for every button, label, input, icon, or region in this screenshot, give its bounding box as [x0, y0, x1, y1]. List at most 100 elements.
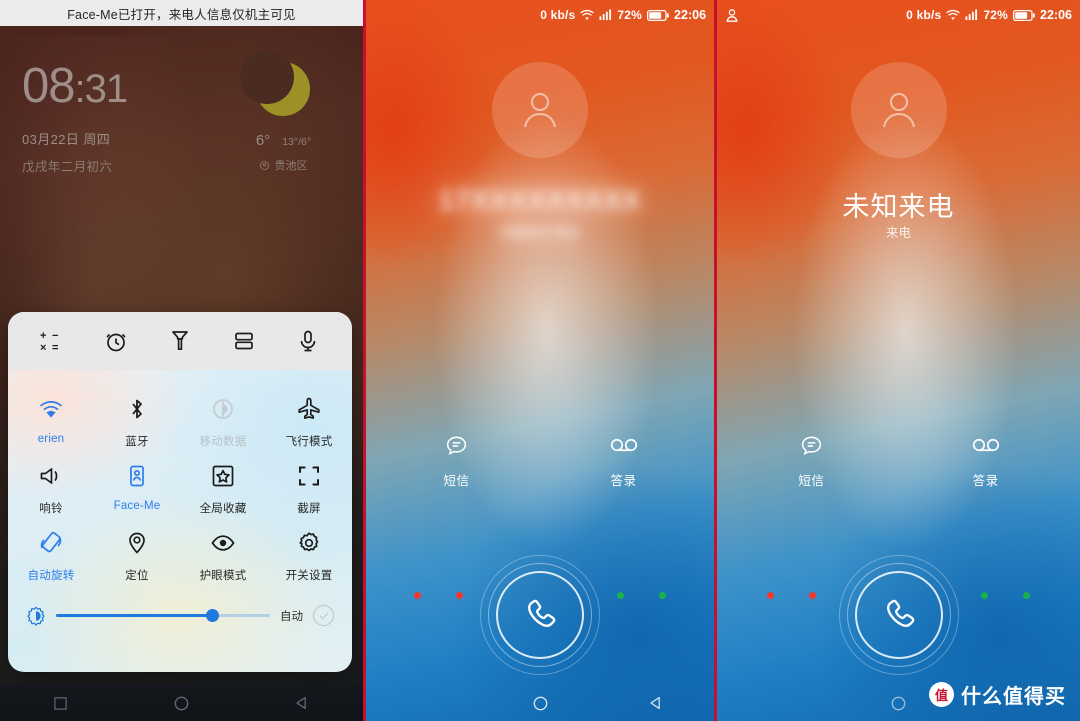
- action-spacer-right: [665, 430, 714, 489]
- alarm-icon[interactable]: [96, 321, 136, 361]
- decline-dot-2-right: [809, 592, 817, 599]
- toggle-auto-rotate-label: 自动旋转: [27, 570, 75, 582]
- home-button-middle[interactable]: [482, 695, 598, 712]
- lockscreen-date: 03月22日 周四: [22, 132, 111, 147]
- toggle-global-favorites[interactable]: 全局收藏: [180, 453, 266, 520]
- lockscreen-clock: 08:31: [22, 60, 129, 115]
- voicemail-icon: [942, 430, 1029, 460]
- back-triangle-icon: [650, 696, 660, 710]
- caller-sub-right: 来电: [886, 226, 912, 240]
- toggle-airplane-mode[interactable]: 飞行模式: [266, 386, 352, 453]
- toggle-location[interactable]: 定位: [94, 520, 180, 587]
- navigation-bar-left: [0, 685, 363, 721]
- quick-settings-panel: + − × = erien 蓝牙 移动数据 飞行模式 响铃 Face-Me 全局…: [8, 312, 352, 672]
- clock-right: 22:06: [1040, 8, 1072, 22]
- sms-action-label-middle: 短信: [443, 474, 470, 488]
- eye-comfort-icon: [180, 526, 266, 560]
- lockscreen-clock-block: 08:31 03月22日 周四 戊戌年二月初六: [22, 60, 129, 175]
- sms-action-label-right: 短信: [798, 474, 825, 488]
- ringer-icon: [8, 459, 94, 493]
- voicemail-action-right[interactable]: 答录: [942, 430, 1029, 489]
- battery-icon: [1013, 9, 1035, 21]
- watermark-text: 什么值得买: [961, 686, 1066, 708]
- sms-action-middle[interactable]: 短信: [415, 430, 499, 489]
- weather-location: 贵池区: [226, 157, 341, 173]
- voice-recorder-icon[interactable]: [288, 321, 328, 361]
- svg-text:−: −: [52, 330, 58, 342]
- quick-toggle-row-1: erien 蓝牙 移动数据 飞行模式: [8, 386, 352, 453]
- back-triangle-icon: [296, 696, 307, 710]
- answer-dot-2-right: [1023, 592, 1030, 599]
- caller-avatar-right: [850, 62, 947, 158]
- watermark: 值 什么值得买: [929, 680, 1066, 709]
- brightness-slider[interactable]: [56, 609, 270, 622]
- moon-icon: [240, 50, 311, 116]
- clock-middle: 22:06: [674, 8, 707, 22]
- svg-text:+: +: [40, 330, 46, 342]
- svg-text:×: ×: [40, 342, 46, 354]
- calculator-icon[interactable]: + − × =: [32, 321, 72, 361]
- toggle-wifi-label: erien: [37, 433, 65, 445]
- toggle-switch-settings[interactable]: 开关设置: [266, 520, 352, 587]
- action-spacer-left-r: [717, 430, 768, 489]
- statusbar-right-right: 0 kb/s 72% 22:06: [906, 8, 1072, 22]
- toggle-bluetooth[interactable]: 蓝牙: [94, 386, 180, 453]
- toggle-screenshot[interactable]: 截屏: [266, 453, 352, 520]
- answer-dot-1-middle: [617, 592, 625, 599]
- phone-panel-lockscreen: Face-Me已打开，来电人信息仅机主可见 08:31 03月22日 周四 戊戌…: [0, 0, 363, 721]
- weather-location-text: 贵池区: [274, 160, 308, 172]
- check-icon: [319, 612, 328, 619]
- toggle-auto-rotate[interactable]: 自动旋转: [8, 520, 94, 587]
- answer-call-button-right[interactable]: [838, 555, 959, 675]
- toggle-settings-label: 开关设置: [285, 570, 333, 582]
- toggle-eye-comfort-label: 护眼模式: [199, 570, 247, 582]
- clock-minute: :31: [74, 67, 129, 111]
- weather-temps: 6° 13°/6°: [226, 132, 341, 149]
- contact-avatar-icon: [882, 93, 915, 128]
- mobile-data-icon: [180, 392, 266, 426]
- network-speed-right: 0 kb/s: [906, 8, 942, 22]
- auto-brightness-label: 自动: [280, 610, 303, 623]
- location-icon: [94, 526, 180, 560]
- lockscreen-weather[interactable]: 6° 13°/6° 贵池区: [226, 50, 341, 173]
- toggle-eye-comfort[interactable]: 护眼模式: [180, 520, 266, 587]
- split-screen-icon[interactable]: [224, 321, 264, 361]
- answer-call-button-middle[interactable]: [480, 555, 600, 675]
- back-button[interactable]: [242, 695, 363, 711]
- battery-icon: [647, 9, 669, 21]
- face-me-icon: [94, 459, 180, 493]
- toggle-mobile-data[interactable]: 移动数据: [180, 386, 266, 453]
- watermark-badge: 值: [929, 682, 954, 707]
- action-spacer-right-r: [1029, 430, 1080, 489]
- quick-toggle-grid: erien 蓝牙 移动数据 飞行模式 响铃 Face-Me 全局收藏 截屏 自动…: [8, 370, 352, 626]
- auto-rotate-icon: [8, 526, 94, 560]
- brightness-icon: [27, 606, 45, 626]
- quick-toggle-row-2: 响铃 Face-Me 全局收藏 截屏: [8, 453, 352, 520]
- back-button-middle[interactable]: [598, 695, 714, 711]
- contact-icon: [726, 8, 738, 22]
- caller-name-middle: 17XXXXXXXXX: [438, 185, 642, 215]
- signal-status-icon: [965, 9, 978, 21]
- toggle-favorites-label: 全局收藏: [199, 503, 247, 515]
- toggle-location-label: 定位: [125, 570, 149, 582]
- gear-icon: [266, 526, 352, 560]
- toggle-ringer[interactable]: 响铃: [8, 453, 94, 520]
- home-circle-icon: [174, 696, 189, 710]
- recents-button[interactable]: [0, 696, 121, 711]
- auto-brightness-checkbox[interactable]: [313, 605, 334, 626]
- home-button[interactable]: [121, 695, 242, 712]
- notification-banner[interactable]: Face-Me已打开，来电人信息仅机主可见: [0, 0, 363, 26]
- flashlight-icon[interactable]: [160, 321, 200, 361]
- brightness-slider-knob[interactable]: [205, 609, 219, 622]
- toggle-wifi[interactable]: erien: [8, 386, 94, 453]
- toggle-face-me[interactable]: Face-Me: [94, 453, 180, 520]
- call-action-row-middle: 短信 答录: [366, 430, 714, 489]
- voicemail-action-middle[interactable]: 答录: [582, 430, 666, 489]
- signal-status-icon: [599, 9, 612, 21]
- toggle-airplane-label: 飞行模式: [285, 436, 333, 448]
- caller-avatar-middle: [492, 62, 588, 158]
- action-spacer-center-r: [855, 430, 942, 489]
- weather-range: 13°/6°: [282, 136, 312, 148]
- voicemail-icon: [582, 430, 666, 460]
- sms-action-right[interactable]: 短信: [768, 430, 855, 489]
